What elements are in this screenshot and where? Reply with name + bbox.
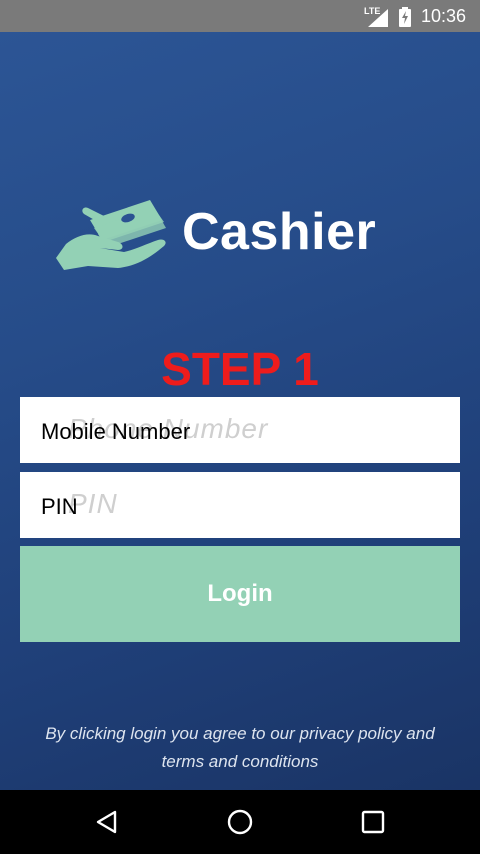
navigation-bar (0, 790, 480, 854)
back-icon[interactable] (93, 808, 121, 836)
step-title: STEP 1 (161, 343, 319, 395)
signal-icon (368, 9, 388, 27)
battery-icon (399, 7, 411, 27)
home-icon[interactable] (226, 808, 254, 836)
clock: 10:36 (421, 6, 467, 26)
login-button[interactable]: Login (20, 546, 460, 642)
hand-money-logo-icon (56, 200, 166, 270)
brand-logo: Cashier (54, 192, 434, 272)
phone-number-value: Mobile Number (41, 419, 191, 444)
recent-apps-icon[interactable] (359, 808, 387, 836)
pin-field[interactable]: PIN PIN (20, 472, 460, 538)
status-bar: LTE 10:36 (0, 0, 480, 32)
pin-value: PIN (41, 494, 78, 519)
brand-name: Cashier (182, 203, 377, 261)
terms-notice: By clicking login you agree to our priva… (45, 724, 435, 771)
login-screen: Cashier STEP 1 Phone Number Mobile Numbe… (0, 32, 480, 790)
phone-number-field[interactable]: Phone Number Mobile Number (20, 397, 460, 463)
